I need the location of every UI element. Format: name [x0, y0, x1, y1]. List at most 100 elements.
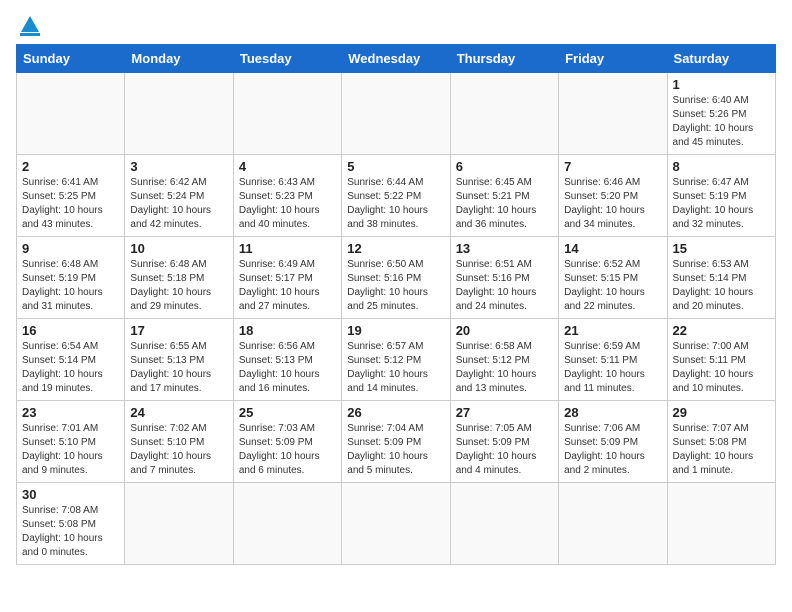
- day-info: Sunrise: 6:50 AM Sunset: 5:16 PM Dayligh…: [347, 258, 444, 314]
- calendar-cell: 14 Sunrise: 6:52 AM Sunset: 5:15 PM Dayli…: [559, 237, 667, 319]
- day-info: Sunrise: 7:05 AM Sunset: 5:09 PM Dayligh…: [456, 422, 553, 478]
- day-number: 12: [347, 241, 444, 256]
- calendar-cell: 10 Sunrise: 6:48 AM Sunset: 5:18 PM Dayli…: [125, 237, 233, 319]
- calendar-cell: 2Sunrise: 6:41 AM Sunset: 5:25 PM Daylig…: [17, 155, 125, 237]
- day-info: Sunrise: 7:06 AM Sunset: 5:09 PM Dayligh…: [564, 422, 661, 478]
- calendar-cell: [125, 73, 233, 155]
- calendar-cell: [342, 73, 450, 155]
- day-number: 24: [130, 405, 227, 420]
- day-info: Sunrise: 6:46 AM Sunset: 5:20 PM Dayligh…: [564, 176, 661, 232]
- day-info: Sunrise: 6:40 AM Sunset: 5:26 PM Dayligh…: [673, 94, 770, 150]
- calendar-cell: 22Sunrise: 7:00 AM Sunset: 5:11 PM Dayli…: [667, 319, 775, 401]
- day-number: 4: [239, 159, 336, 174]
- day-info: Sunrise: 6:45 AM Sunset: 5:21 PM Dayligh…: [456, 176, 553, 232]
- calendar-cell: 17Sunrise: 6:55 AM Sunset: 5:13 PM Dayli…: [125, 319, 233, 401]
- day-info: Sunrise: 7:08 AM Sunset: 5:08 PM Dayligh…: [22, 504, 119, 560]
- day-number: 27: [456, 405, 553, 420]
- day-info: Sunrise: 6:43 AM Sunset: 5:23 PM Dayligh…: [239, 176, 336, 232]
- weekday-header-thursday: Thursday: [450, 45, 558, 73]
- calendar-cell: [125, 483, 233, 565]
- day-number: 21: [564, 323, 661, 338]
- day-number: 13: [456, 241, 553, 256]
- day-info: Sunrise: 6:52 AM Sunset: 5:15 PM Dayligh…: [564, 258, 661, 314]
- day-info: Sunrise: 6:48 AM Sunset: 5:18 PM Dayligh…: [130, 258, 227, 314]
- calendar-cell: [667, 483, 775, 565]
- day-number: 6: [456, 159, 553, 174]
- calendar-cell: 28 Sunrise: 7:06 AM Sunset: 5:09 PM Dayli…: [559, 401, 667, 483]
- day-info: Sunrise: 7:04 AM Sunset: 5:09 PM Dayligh…: [347, 422, 444, 478]
- day-info: Sunrise: 6:59 AM Sunset: 5:11 PM Dayligh…: [564, 340, 661, 396]
- calendar-cell: 25 Sunrise: 7:03 AM Sunset: 5:09 PM Dayli…: [233, 401, 341, 483]
- calendar-cell: 6 Sunrise: 6:45 AM Sunset: 5:21 PM Daylig…: [450, 155, 558, 237]
- day-info: Sunrise: 7:01 AM Sunset: 5:10 PM Dayligh…: [22, 422, 119, 478]
- calendar-cell: 18Sunrise: 6:56 AM Sunset: 5:13 PM Dayli…: [233, 319, 341, 401]
- calendar-cell: 1Sunrise: 6:40 AM Sunset: 5:26 PM Daylig…: [667, 73, 775, 155]
- calendar-cell: 3Sunrise: 6:42 AM Sunset: 5:24 PM Daylig…: [125, 155, 233, 237]
- calendar-cell: [233, 483, 341, 565]
- calendar-cell: [559, 483, 667, 565]
- weekday-header-friday: Friday: [559, 45, 667, 73]
- calendar-week-4: 16 Sunrise: 6:54 AM Sunset: 5:14 PM Dayli…: [17, 319, 776, 401]
- day-number: 23: [22, 405, 119, 420]
- calendar-cell: 24Sunrise: 7:02 AM Sunset: 5:10 PM Dayli…: [125, 401, 233, 483]
- calendar-cell: 11 Sunrise: 6:49 AM Sunset: 5:17 PM Dayli…: [233, 237, 341, 319]
- day-number: 28: [564, 405, 661, 420]
- calendar-cell: 4 Sunrise: 6:43 AM Sunset: 5:23 PM Daylig…: [233, 155, 341, 237]
- day-number: 7: [564, 159, 661, 174]
- day-number: 16: [22, 323, 119, 338]
- day-number: 5: [347, 159, 444, 174]
- calendar-cell: 7 Sunrise: 6:46 AM Sunset: 5:20 PM Daylig…: [559, 155, 667, 237]
- calendar-cell: 9 Sunrise: 6:48 AM Sunset: 5:19 PM Daylig…: [17, 237, 125, 319]
- day-info: Sunrise: 6:49 AM Sunset: 5:17 PM Dayligh…: [239, 258, 336, 314]
- calendar-cell: 26 Sunrise: 7:04 AM Sunset: 5:09 PM Dayli…: [342, 401, 450, 483]
- calendar-cell: [450, 483, 558, 565]
- day-number: 30: [22, 487, 119, 502]
- day-info: Sunrise: 6:44 AM Sunset: 5:22 PM Dayligh…: [347, 176, 444, 232]
- day-info: Sunrise: 6:53 AM Sunset: 5:14 PM Dayligh…: [673, 258, 770, 314]
- calendar-cell: 27 Sunrise: 7:05 AM Sunset: 5:09 PM Dayli…: [450, 401, 558, 483]
- calendar-cell: [450, 73, 558, 155]
- calendar-cell: 8Sunrise: 6:47 AM Sunset: 5:19 PM Daylig…: [667, 155, 775, 237]
- calendar-week-1: 1Sunrise: 6:40 AM Sunset: 5:26 PM Daylig…: [17, 73, 776, 155]
- day-number: 11: [239, 241, 336, 256]
- day-number: 15: [673, 241, 770, 256]
- day-number: 14: [564, 241, 661, 256]
- calendar-table: SundayMondayTuesdayWednesdayThursdayFrid…: [16, 44, 776, 565]
- day-number: 25: [239, 405, 336, 420]
- day-info: Sunrise: 6:57 AM Sunset: 5:12 PM Dayligh…: [347, 340, 444, 396]
- weekday-header-wednesday: Wednesday: [342, 45, 450, 73]
- calendar-week-5: 23 Sunrise: 7:01 AM Sunset: 5:10 PM Dayli…: [17, 401, 776, 483]
- logo-bar: [20, 33, 40, 36]
- day-number: 10: [130, 241, 227, 256]
- calendar-cell: 19Sunrise: 6:57 AM Sunset: 5:12 PM Dayli…: [342, 319, 450, 401]
- day-number: 8: [673, 159, 770, 174]
- page-header: [16, 16, 776, 36]
- calendar-cell: 20 Sunrise: 6:58 AM Sunset: 5:12 PM Dayli…: [450, 319, 558, 401]
- calendar-cell: 12 Sunrise: 6:50 AM Sunset: 5:16 PM Dayli…: [342, 237, 450, 319]
- calendar-cell: 16 Sunrise: 6:54 AM Sunset: 5:14 PM Dayli…: [17, 319, 125, 401]
- calendar-cell: 5 Sunrise: 6:44 AM Sunset: 5:22 PM Daylig…: [342, 155, 450, 237]
- day-number: 9: [22, 241, 119, 256]
- calendar-cell: 21 Sunrise: 6:59 AM Sunset: 5:11 PM Dayli…: [559, 319, 667, 401]
- day-info: Sunrise: 6:58 AM Sunset: 5:12 PM Dayligh…: [456, 340, 553, 396]
- calendar-cell: 29Sunrise: 7:07 AM Sunset: 5:08 PM Dayli…: [667, 401, 775, 483]
- calendar-cell: 23 Sunrise: 7:01 AM Sunset: 5:10 PM Dayli…: [17, 401, 125, 483]
- day-number: 2: [22, 159, 119, 174]
- logo: [16, 16, 40, 36]
- day-info: Sunrise: 6:56 AM Sunset: 5:13 PM Dayligh…: [239, 340, 336, 396]
- calendar-week-3: 9 Sunrise: 6:48 AM Sunset: 5:19 PM Daylig…: [17, 237, 776, 319]
- day-number: 3: [130, 159, 227, 174]
- day-number: 26: [347, 405, 444, 420]
- weekday-header-row: SundayMondayTuesdayWednesdayThursdayFrid…: [17, 45, 776, 73]
- calendar-cell: 15 Sunrise: 6:53 AM Sunset: 5:14 PM Dayli…: [667, 237, 775, 319]
- day-info: Sunrise: 6:55 AM Sunset: 5:13 PM Dayligh…: [130, 340, 227, 396]
- calendar-cell: [17, 73, 125, 155]
- day-info: Sunrise: 6:48 AM Sunset: 5:19 PM Dayligh…: [22, 258, 119, 314]
- day-info: Sunrise: 7:07 AM Sunset: 5:08 PM Dayligh…: [673, 422, 770, 478]
- weekday-header-monday: Monday: [125, 45, 233, 73]
- day-info: Sunrise: 7:00 AM Sunset: 5:11 PM Dayligh…: [673, 340, 770, 396]
- day-info: Sunrise: 6:54 AM Sunset: 5:14 PM Dayligh…: [22, 340, 119, 396]
- day-number: 20: [456, 323, 553, 338]
- calendar-cell: [342, 483, 450, 565]
- day-info: Sunrise: 7:03 AM Sunset: 5:09 PM Dayligh…: [239, 422, 336, 478]
